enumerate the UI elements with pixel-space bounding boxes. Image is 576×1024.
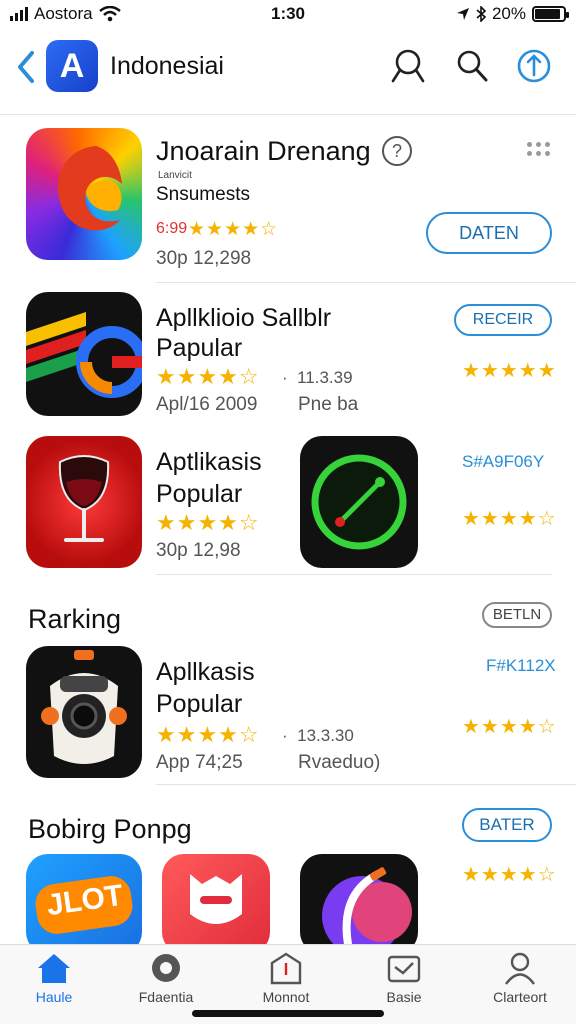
section-title-ranking: Rarking [28,604,122,634]
app-meta: Apl/16 2009 [156,394,258,415]
tab-account-label: Clarteort [493,989,547,1005]
download-info-icon[interactable] [516,48,552,84]
app-meta: App 74;25 [156,752,243,773]
arcade-icon [387,955,421,983]
mask-face-icon [190,874,242,924]
app-right-stars: ★★★★☆ [462,716,557,738]
battery-percent: 20% [491,4,526,23]
location-icon [456,8,469,20]
tab-apps-label: Monnot [262,989,310,1005]
featured-rating-stars: ★★★★☆ [188,219,279,240]
ranking-see-all-button[interactable]: BETLN [482,602,552,628]
tab-arcade-label: Basie [386,989,422,1005]
app-version-value: 11.3.39 [297,368,353,387]
home-icon [38,954,70,983]
app-icon-wine-glass[interactable] [26,436,142,568]
featured-meta: 30p 12,298 [156,248,252,269]
bluetooth-icon [476,6,486,22]
featured-get-button[interactable]: DATEN [426,212,552,254]
app-store-logo[interactable]: A [46,40,98,92]
back-chevron-icon[interactable] [14,50,38,84]
tab-home[interactable]: Haule [4,951,104,1005]
app-icon-google-stripes[interactable] [26,292,142,416]
featured-developer: Lanvicit [158,170,192,181]
tab-arcade[interactable]: Basie [354,951,454,1005]
tab-home-label: Haule [35,989,73,1005]
app-code-label: S#A9F06Y [462,452,545,471]
app-right-stars: ★★★★★ [462,360,557,382]
app-icon-jlot[interactable]: JLOT [26,854,142,954]
divider [156,574,552,575]
app-rating-stars: ★★★★☆ [156,364,260,389]
info-badge[interactable]: ? [382,136,412,166]
app-icon-swirl[interactable] [300,854,418,954]
wine-glass-icon [58,455,110,542]
app-rating-stars: ★★★★☆ [156,722,260,747]
app-icon-mask[interactable] [162,854,270,954]
divider [156,784,576,785]
robot-camera-icon [41,650,127,764]
featured-app-icon[interactable] [26,128,142,260]
tab-games[interactable]: Fdaentia [116,951,216,1005]
app-title-line1: Aptlikasis [156,448,262,476]
purple-swirl-icon [322,867,412,954]
app-meta-secondary: Pne ba [298,394,359,415]
app-title-line1: Apllklioio Sallblr [156,304,332,332]
popular-see-all-button[interactable]: BATER [462,808,552,842]
home-indicator[interactable] [192,1010,384,1017]
app-version: · 13.3.30 [282,726,354,745]
popular-right-stars: ★★★★☆ [462,864,557,886]
featured-app-title: Jnoarain Drenang [156,136,371,166]
featured-app[interactable]: Jnoarain Drenang ? Lanvicit Snsumests 6:… [0,120,576,280]
app-rating-stars: ★★★★☆ [156,510,260,535]
status-right: 20% [456,4,569,24]
tab-apps[interactable]: Monnot [236,951,336,1005]
app-get-button[interactable]: RECEIR [454,304,552,336]
tab-account[interactable]: Clarteort [470,951,570,1005]
app-right-stars: ★★★★☆ [462,508,557,530]
app-code-label: F#K112X [486,656,556,675]
app-version-value: 13.3.30 [297,726,354,745]
section-title-popular: Bobirg Ponpg [28,814,192,844]
nav-bar: A Indonesiai [0,36,576,98]
account-icon [505,952,535,985]
page-title: Indonesiai [110,52,224,80]
nav-divider [0,114,576,115]
apps-icon [270,952,302,985]
app-meta: 30p 12,98 [156,540,241,561]
battery-icon [532,6,569,22]
app-title-line1: Apllkasis [156,658,255,686]
search-icon[interactable] [390,48,426,84]
bird-logo-icon [57,146,122,231]
color-g-logo-icon [26,312,142,398]
battery-fill [535,9,561,19]
app-title-line2: Papular [156,334,243,362]
app-title-line2: Popular [156,480,243,508]
games-icon [152,954,180,982]
status-bar: Aostora 1:30 20% [0,0,576,30]
green-dial-icon [311,454,407,550]
app-icon-robot[interactable] [26,646,142,778]
app-icon-dial[interactable] [300,436,418,568]
featured-subtitle: Snsumests [156,184,250,205]
app-version: · 11.3.39 [282,368,353,387]
app-title-line2: Popular [156,690,243,718]
featured-price: 6:99 [156,220,188,237]
more-options-icon[interactable] [527,142,550,156]
divider [156,282,576,283]
search-alt-icon[interactable] [454,48,490,84]
app-meta-secondary: Rvaeduo) [298,752,381,773]
tab-games-label: Fdaentia [138,989,194,1005]
